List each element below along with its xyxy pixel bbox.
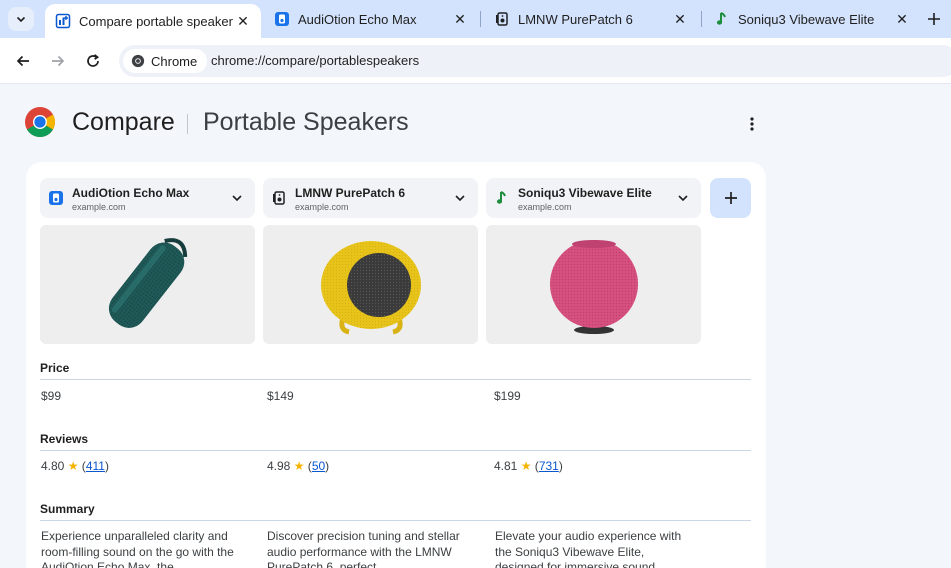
more-vert-icon — [750, 117, 754, 131]
price-value: $149 — [267, 389, 294, 403]
url-text[interactable]: chrome://compare/portablespeakers — [211, 53, 419, 68]
music-note-icon — [494, 190, 510, 206]
chrome-logo-icon — [25, 107, 56, 138]
product-image[interactable] — [486, 225, 701, 344]
close-tab-icon[interactable]: ✕ — [670, 9, 690, 29]
review-count-link[interactable]: 411 — [86, 459, 105, 473]
tab-title: LMNW PurePatch 6 — [518, 11, 633, 27]
close-tab-icon[interactable]: ✕ — [892, 9, 912, 29]
review-count-link[interactable]: 731 — [539, 459, 559, 473]
page-title: Portable Speakers — [203, 108, 409, 136]
product-image[interactable] — [40, 225, 255, 344]
audiotion-favicon — [48, 190, 64, 206]
pink-speaker-image — [549, 239, 638, 334]
product-name: AudiOtion Echo Max — [72, 186, 190, 200]
reload-icon — [87, 54, 100, 67]
tab-compare[interactable]: Compare portable speakers ✕ — [45, 4, 261, 38]
music-note-icon — [714, 11, 730, 27]
new-tab-button[interactable] — [923, 8, 945, 30]
star-icon: ★ — [67, 459, 79, 473]
green-speaker-image — [108, 237, 187, 328]
tab-strip: Compare portable speakers ✕ AudiOtion Ec… — [0, 0, 951, 38]
tab-title: AudiOtion Echo Max — [298, 11, 417, 27]
section-divider — [40, 379, 751, 380]
compare-icon — [55, 13, 71, 29]
comparison-table: AudiOtion Echo Max example.com LMNW Pure… — [26, 162, 766, 568]
product-name: LMNW PurePatch 6 — [295, 186, 406, 200]
rating-cell: 4.98 ★ (50) — [267, 459, 330, 473]
chip-label: Chrome — [151, 53, 198, 69]
arrow-left-icon — [16, 55, 29, 67]
section-divider — [40, 520, 751, 521]
arrow-right-icon — [52, 55, 65, 67]
yellow-speaker-image — [320, 240, 421, 334]
summary-text: Discover precision tuning and stellar au… — [267, 529, 460, 568]
brand-label: Compare — [72, 108, 175, 136]
chevron-down-icon — [16, 16, 26, 23]
close-tab-icon[interactable]: ✕ — [233, 11, 253, 31]
plus-icon — [724, 192, 737, 204]
rating-value: 4.81 — [494, 459, 518, 473]
omnibox[interactable]: Chrome chrome://compare/portablespeakers — [119, 45, 951, 77]
summary-text: Elevate your audio experience with the S… — [495, 529, 682, 568]
review-count-link[interactable]: 50 — [312, 459, 325, 473]
star-icon: ★ — [520, 459, 532, 473]
audiotion-favicon — [274, 11, 290, 27]
plus-icon — [928, 13, 940, 25]
chevron-down-icon[interactable] — [452, 190, 468, 206]
star-icon: ★ — [293, 459, 305, 473]
product-column-header[interactable]: Soniqu3 Vibewave Elite example.com — [486, 178, 701, 218]
forward-button[interactable] — [46, 49, 70, 73]
back-button[interactable] — [11, 49, 35, 73]
product-site: example.com — [72, 202, 126, 212]
page-header: Compare Portable Speakers — [24, 104, 764, 144]
rating-value: 4.98 — [267, 459, 291, 473]
chevron-down-icon[interactable] — [229, 190, 245, 206]
section-title-price: Price — [40, 361, 70, 375]
product-column-header[interactable]: AudiOtion Echo Max example.com — [40, 178, 255, 218]
product-site: example.com — [518, 202, 572, 212]
lmnw-favicon — [494, 11, 510, 27]
product-column-header[interactable]: LMNW PurePatch 6 example.com — [263, 178, 478, 218]
summary-text: Experience unparalleled clarity and room… — [41, 529, 234, 568]
chevron-down-icon[interactable] — [675, 190, 691, 206]
tab-soniqu3[interactable]: Soniqu3 Vibewave Elite ✕ — [704, 0, 920, 38]
rating-value: 4.80 — [41, 459, 65, 473]
tab-title: Compare portable speakers — [79, 13, 233, 29]
section-title-reviews: Reviews — [40, 432, 89, 446]
tab-separator — [701, 11, 702, 27]
reload-button[interactable] — [81, 49, 105, 73]
more-options-button[interactable] — [740, 112, 764, 136]
tab-title: Soniqu3 Vibewave Elite — [738, 11, 875, 27]
header-divider — [187, 114, 188, 134]
browser-toolbar: Chrome chrome://compare/portablespeakers — [0, 38, 951, 84]
product-site: example.com — [295, 202, 349, 212]
lmnw-favicon — [271, 190, 287, 206]
close-tab-icon[interactable]: ✕ — [450, 9, 470, 29]
tab-search-button[interactable] — [8, 7, 34, 31]
rating-cell: 4.81 ★ (731) — [494, 459, 563, 473]
product-image[interactable] — [263, 225, 478, 344]
price-value: $199 — [494, 389, 521, 403]
rating-cell: 4.80 ★ (411) — [41, 459, 109, 473]
product-name: Soniqu3 Vibewave Elite — [518, 186, 652, 200]
tab-separator — [480, 11, 481, 27]
section-divider — [40, 450, 751, 451]
chrome-logo-icon — [131, 54, 145, 68]
tab-lmnw[interactable]: LMNW PurePatch 6 ✕ — [484, 0, 698, 38]
tab-audiotion[interactable]: AudiOtion Echo Max ✕ — [264, 0, 478, 38]
site-info-chip[interactable]: Chrome — [123, 49, 208, 73]
price-value: $99 — [41, 389, 62, 403]
add-product-button[interactable] — [710, 178, 751, 218]
section-title-summary: Summary — [40, 502, 95, 516]
